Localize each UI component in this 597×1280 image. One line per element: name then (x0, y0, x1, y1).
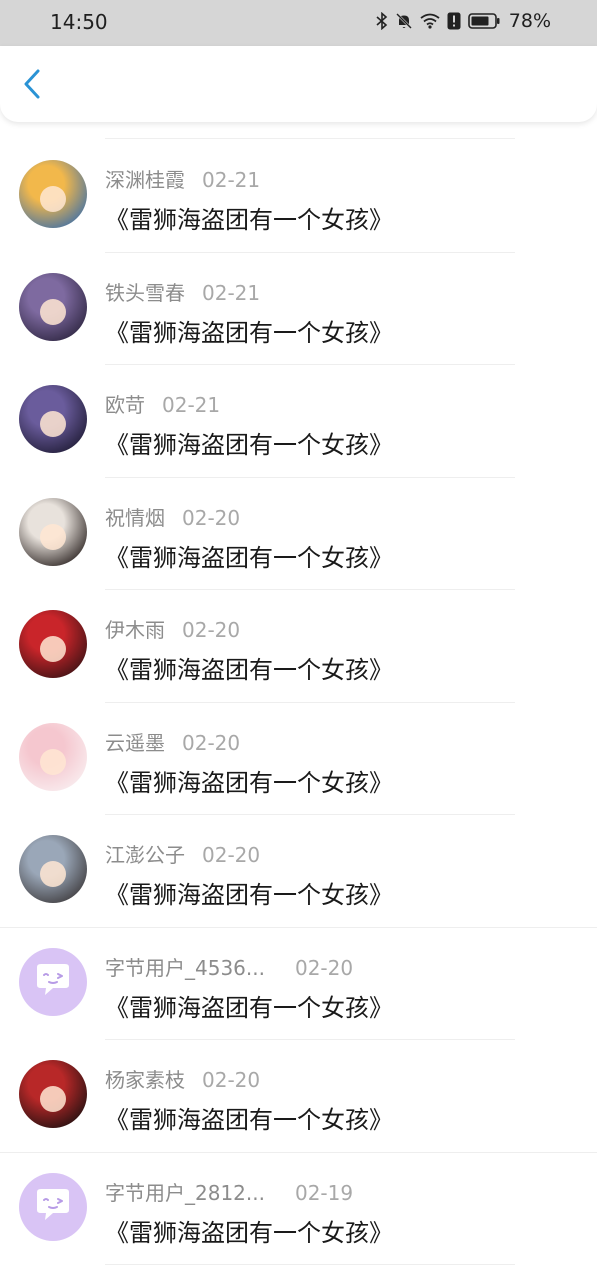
navigation-bar (0, 46, 597, 122)
user-name[interactable]: 云遥墨 (105, 727, 165, 756)
item-meta: 字节用户_2812... 02-19 (105, 1177, 353, 1206)
item-title[interactable]: 《雷狮海盗团有一个女孩》 (105, 1213, 393, 1248)
alert-icon (447, 12, 461, 30)
list-item[interactable]: 深渊桂霞 02-21 《雷狮海盗团有一个女孩》 (0, 140, 597, 253)
user-name[interactable]: 铁头雪春 (105, 277, 185, 306)
battery-percentage: 78% (508, 10, 551, 32)
chevron-left-icon (22, 68, 42, 104)
item-date: 02-20 (294, 955, 354, 980)
user-name[interactable]: 江澎公子 (105, 839, 185, 868)
avatar-figure (40, 186, 66, 213)
item-meta: 江澎公子 02-20 (105, 839, 260, 868)
avatar-figure (40, 748, 66, 775)
item-date: 02-21 (202, 168, 261, 192)
item-date: 02-19 (294, 1180, 354, 1205)
list-item[interactable]: 字节用户_2812... 02-19 《雷狮海盗团有一个女孩》 (0, 1153, 597, 1265)
item-title[interactable]: 《雷狮海盗团有一个女孩》 (105, 313, 393, 348)
item-title[interactable]: 《雷狮海盗团有一个女孩》 (105, 1100, 393, 1135)
user-name[interactable]: 伊木雨 (105, 614, 165, 643)
comment-list: 深渊桂霞 02-21 《雷狮海盗团有一个女孩》 铁头雪春 02-21 《雷狮海盗团有一个女… (0, 140, 597, 1265)
item-meta: 铁头雪春 02-21 (105, 277, 260, 306)
avatar[interactable] (19, 722, 87, 791)
item-date: 02-20 (202, 843, 261, 867)
avatar-figure (40, 298, 66, 325)
item-title[interactable]: 《雷狮海盗团有一个女孩》 (105, 425, 393, 460)
item-meta: 云遥墨 02-20 (105, 727, 240, 756)
list-item[interactable]: 杨家素枝 02-20 《雷狮海盗团有一个女孩》 (0, 1040, 597, 1153)
avatar[interactable] (19, 160, 87, 228)
bluetooth-icon (376, 12, 388, 30)
avatar[interactable] (19, 610, 87, 678)
status-bar: 14:50 78% (0, 0, 597, 46)
item-meta: 伊木雨 02-20 (105, 614, 240, 643)
chat-bubble-icon (33, 963, 73, 1001)
item-meta: 杨家素枝 02-20 (105, 1064, 260, 1093)
item-date: 02-21 (202, 280, 261, 305)
user-name[interactable]: 欧苛 (105, 389, 145, 418)
item-title[interactable]: 《雷狮海盗团有一个女孩》 (105, 650, 393, 685)
user-name[interactable]: 杨家素枝 (105, 1064, 185, 1093)
item-title[interactable]: 《雷狮海盗团有一个女孩》 (105, 200, 393, 235)
item-meta: 欧苛 02-21 (105, 389, 220, 418)
item-title[interactable]: 《雷狮海盗团有一个女孩》 (105, 538, 393, 573)
list-item[interactable]: 祝情烟 02-20 《雷狮海盗团有一个女孩》 (0, 478, 597, 590)
item-date: 02-20 (182, 730, 241, 755)
list-item[interactable]: 铁头雪春 02-21 《雷狮海盗团有一个女孩》 (0, 253, 597, 365)
item-date: 02-20 (182, 505, 241, 530)
list-item[interactable]: 江澎公子 02-20 《雷狮海盗团有一个女孩》 (0, 815, 597, 928)
avatar-figure (40, 411, 66, 438)
avatar[interactable] (19, 272, 87, 341)
user-name[interactable]: 字节用户_2812... (105, 1177, 265, 1206)
avatar[interactable] (19, 385, 87, 453)
avatar[interactable] (19, 1060, 87, 1128)
user-name[interactable]: 祝情烟 (105, 502, 165, 531)
wifi-icon (420, 13, 440, 29)
item-divider (105, 1264, 515, 1265)
list-item[interactable]: 欧苛 02-21 《雷狮海盗团有一个女孩》 (0, 365, 597, 478)
back-button[interactable] (14, 66, 50, 106)
item-date: 02-20 (202, 1068, 261, 1092)
item-meta: 深渊桂霞 02-21 (105, 164, 260, 193)
avatar-figure (40, 636, 66, 663)
avatar[interactable] (19, 835, 87, 903)
user-name[interactable]: 深渊桂霞 (105, 164, 185, 193)
avatar[interactable] (19, 497, 87, 566)
battery-icon (467, 13, 500, 29)
bell-muted-icon (395, 12, 413, 30)
item-title[interactable]: 《雷狮海盗团有一个女孩》 (105, 988, 393, 1023)
item-title[interactable]: 《雷狮海盗团有一个女孩》 (105, 875, 393, 910)
list-item[interactable]: 云遥墨 02-20 《雷狮海盗团有一个女孩》 (0, 703, 597, 815)
avatar-figure (40, 1086, 66, 1113)
list-item[interactable]: 伊木雨 02-20 《雷狮海盗团有一个女孩》 (0, 590, 597, 703)
item-date: 02-21 (162, 393, 221, 417)
item-meta: 祝情烟 02-20 (105, 502, 240, 531)
avatar-figure (40, 523, 66, 550)
default-avatar[interactable] (19, 1172, 87, 1241)
status-time: 14:50 (50, 10, 108, 34)
item-date: 02-20 (182, 618, 241, 642)
user-name[interactable]: 字节用户_4536... (105, 952, 265, 981)
item-title[interactable]: 《雷狮海盗团有一个女孩》 (105, 763, 393, 798)
list-item[interactable]: 字节用户_4536... 02-20 《雷狮海盗团有一个女孩》 (0, 928, 597, 1040)
chat-bubble-icon (33, 1188, 73, 1226)
default-avatar[interactable] (19, 947, 87, 1016)
avatar-figure (40, 861, 66, 888)
status-icons: 78% (376, 10, 551, 32)
list-top-divider (105, 138, 515, 139)
item-meta: 字节用户_4536... 02-20 (105, 952, 353, 981)
